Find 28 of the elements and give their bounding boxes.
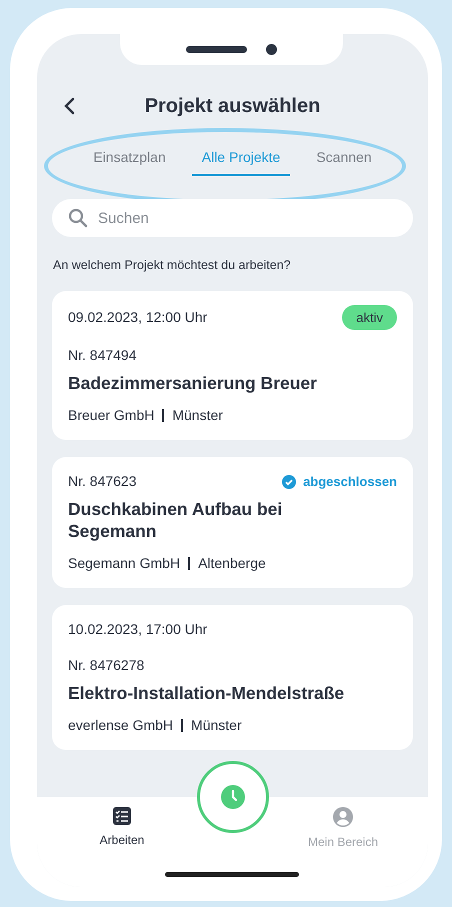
project-title: Duschkabinen Aufbau bei Segemann <box>68 498 284 542</box>
company-name: Breuer GmbH <box>68 406 154 426</box>
city-name: Münster <box>191 716 242 736</box>
speaker-grille <box>186 46 247 53</box>
nav-item[interactable]: Arbeiten <box>77 807 167 887</box>
project-card[interactable]: 10.02.2023, 17:00 Uhr Nr. 8476278 Elektro-Installation-Mendelstraße everlense GmbH Münster <box>52 605 413 750</box>
search-field[interactable]: Suchen <box>52 199 413 237</box>
project-date: 10.02.2023, 17:00 Uhr <box>68 620 208 640</box>
clock-icon <box>221 785 245 809</box>
checklist-icon <box>113 807 131 825</box>
company-name: Segemann GmbH <box>68 554 180 574</box>
status-label: abgeschlossen <box>303 473 397 491</box>
project-card[interactable]: 09.02.2023, 12:00 Uhr aktiv Nr. 847494 Badezimmersanierung Breuer Breuer GmbH Münster <box>52 290 413 440</box>
user-avatar-icon <box>333 807 353 827</box>
company-name: everlense GmbH <box>68 716 174 736</box>
project-title: Badezimmersanierung Breuer <box>68 372 318 394</box>
status-badge: aktiv <box>342 304 397 330</box>
question-text: An welchem Projekt möchtest du arbeiten? <box>53 257 292 274</box>
project-date: 09.02.2023, 12:00 Uhr <box>68 308 208 327</box>
screen-title: Projekt auswählen <box>144 94 322 119</box>
city-name: Altenberge <box>198 554 266 574</box>
project-number: Nr. 847494 <box>68 346 136 366</box>
project-title: Elektro-Installation-Mendelstraße <box>68 682 346 704</box>
city-name: Münster <box>172 406 223 426</box>
project-number: Nr. 8476278 <box>68 656 144 676</box>
project-card[interactable]: Nr. 847623 abgeschlossen Duschkabinen Aufbau bei Segemann Segemann GmbH Altenberge <box>52 457 413 588</box>
project-number: Nr. 847623 <box>68 472 136 492</box>
back-chevron-icon[interactable] <box>63 97 75 115</box>
